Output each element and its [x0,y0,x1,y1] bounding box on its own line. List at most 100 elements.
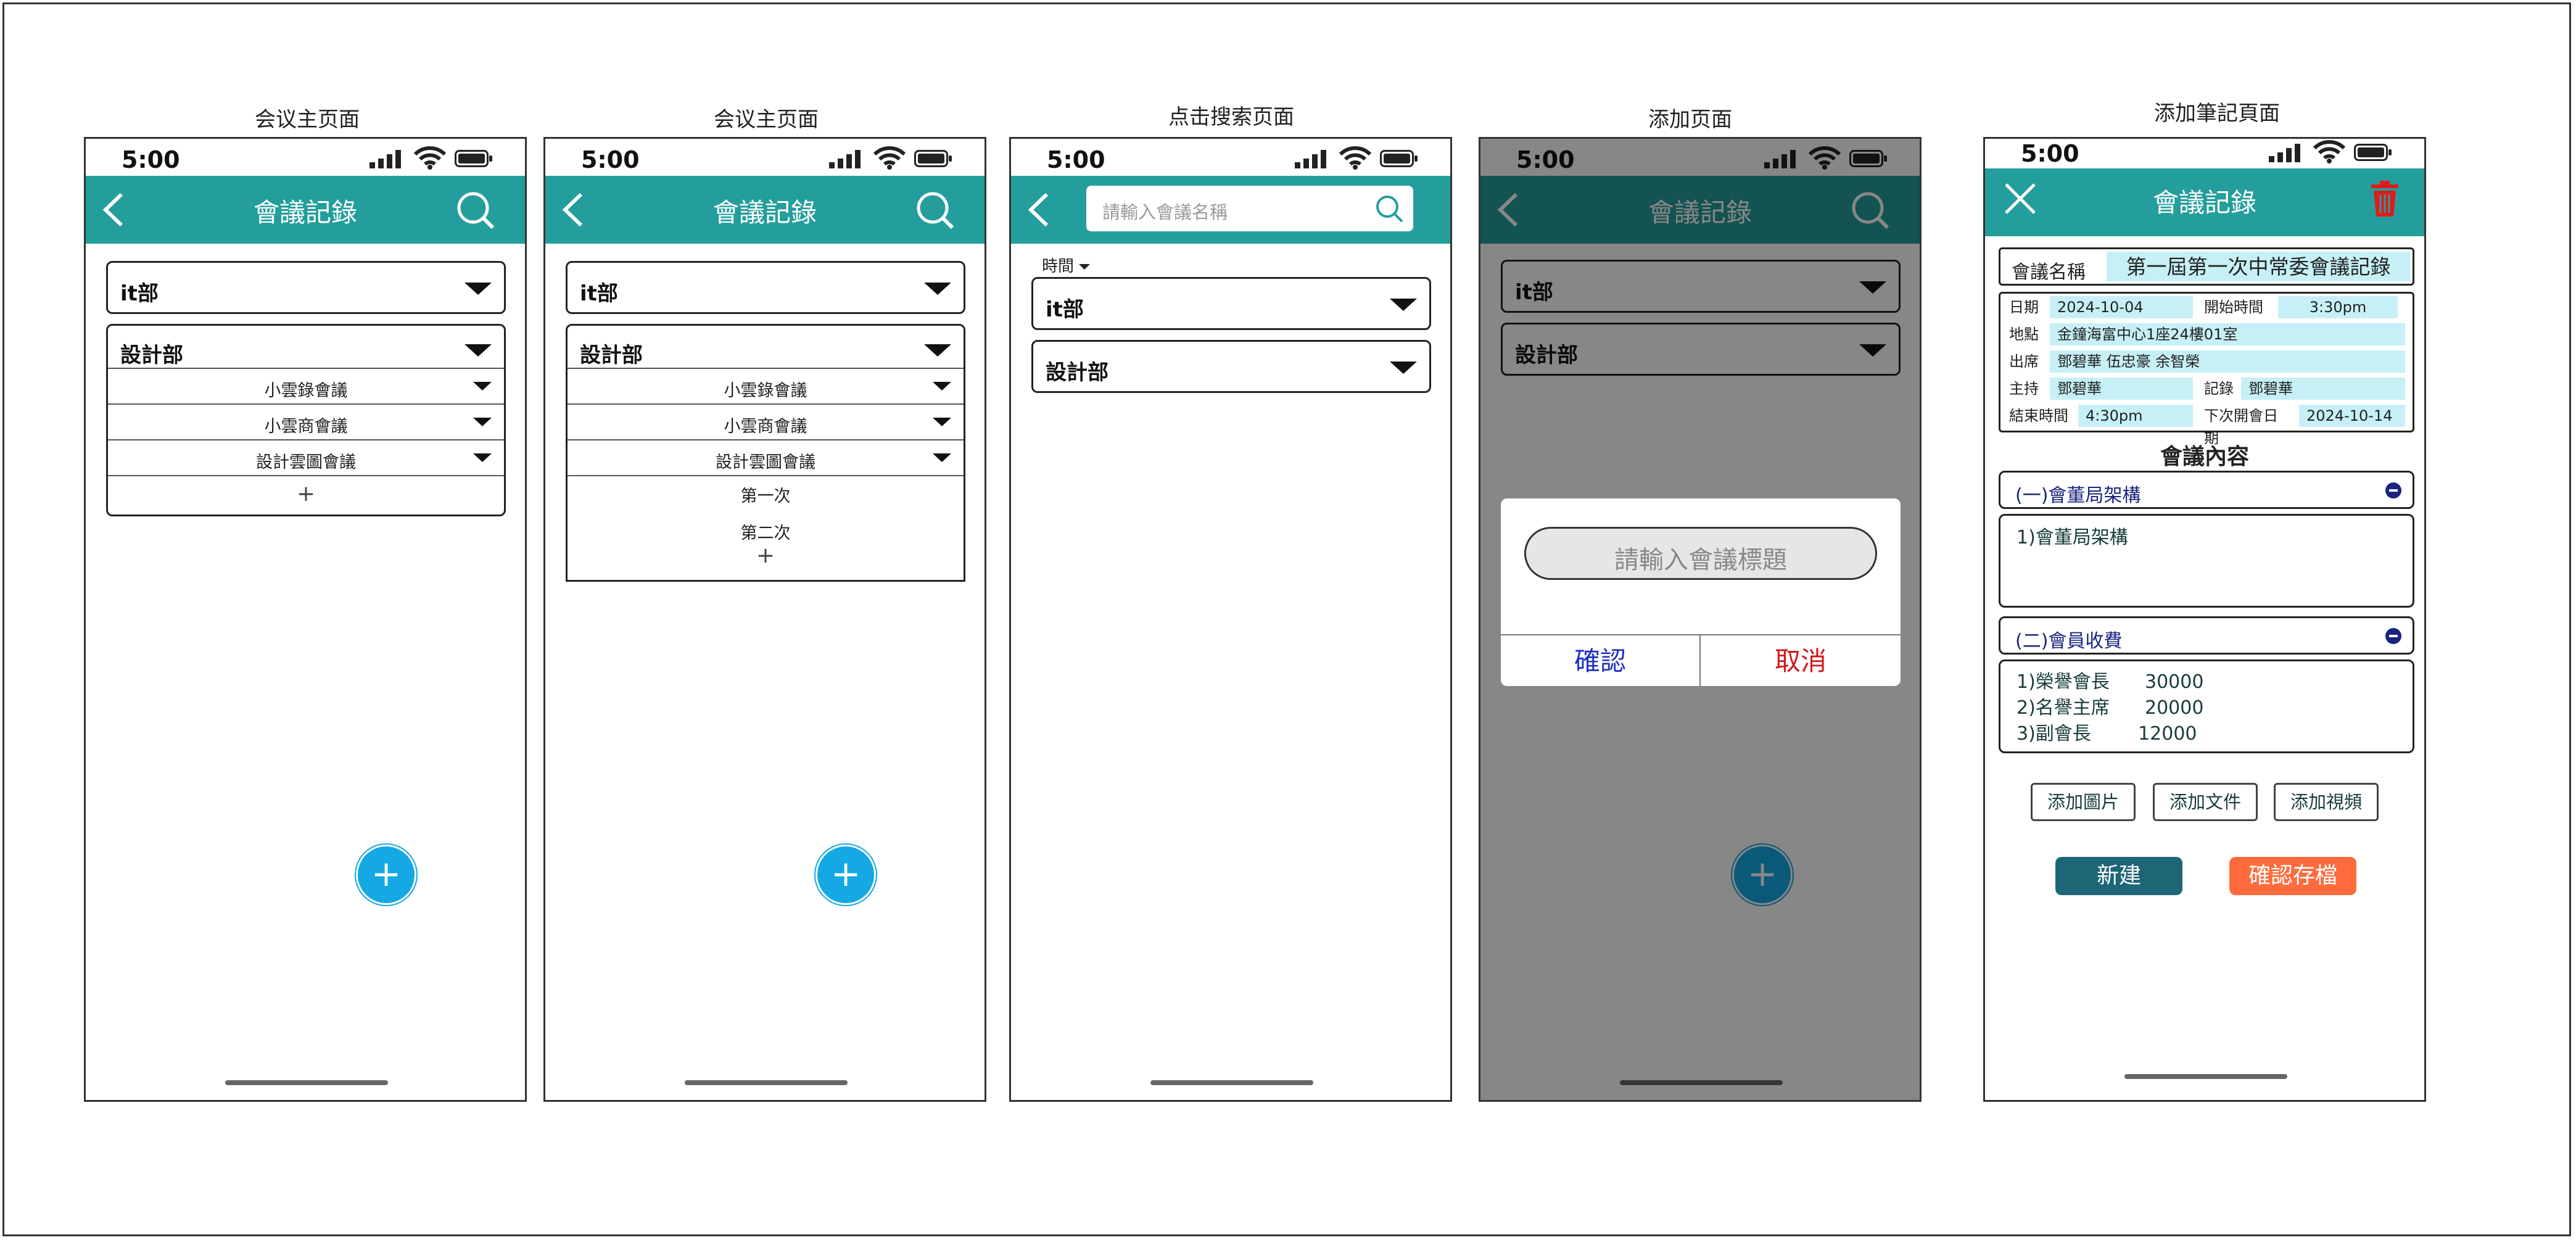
chevron-down-icon [473,382,492,391]
add-file-button[interactable]: 添加文件 [2153,783,2258,821]
recorder-label: 記錄 [2197,378,2241,400]
meeting-name-value[interactable]: 第一屆第一次中常委會議記錄 [2107,252,2410,281]
dept-design-label: 設計部 [120,343,183,368]
signal-icon [1295,150,1326,168]
caption-2: 会议主页面 [714,107,819,132]
chevron-down-icon [464,344,492,357]
phone-meeting-home-expanded: 5:00 會議記錄 it部 設計部 小雲錄會議 小雲商會議 設計雲圖會議 第一次… [543,137,986,1102]
home-indicator [685,1080,848,1085]
section-header-1[interactable]: (一)會董局架構 [1999,471,2414,509]
status-bar: 5:00 [1011,139,1450,176]
section-1-content[interactable]: 1)會董局架構 [1999,514,2414,608]
list-item-first[interactable]: 第一次 [568,482,964,506]
signal-icon [829,150,861,168]
dept-it-label: it部 [120,281,159,306]
section-2-line: 3)副會長 12000 [2017,723,2197,745]
list-item[interactable]: 小雲商會議 [568,403,964,439]
status-bar: 5:00 [545,139,985,176]
confirm-button[interactable]: 確認 [1501,635,1701,686]
search-input[interactable]: 請輸入會議名稱 [1086,186,1413,231]
place-label: 地點 [2002,323,2046,345]
list-item[interactable]: 小雲錄會議 [568,368,964,403]
dept-design-label: 設計部 [1046,360,1108,385]
next-meeting-label: 下次開會日期 [2197,405,2290,447]
add-fab-button[interactable]: + [356,845,416,905]
add-meeting-dialog: 請輸入會議標題 確認 取消 [1501,498,1901,686]
time-filter[interactable]: 時間 [1042,254,1091,276]
dept-design-dropdown[interactable]: 設計部 小雲錄會議 小雲商會議 設計雲圖會議 + [106,324,506,516]
add-video-button[interactable]: 添加視頻 [2274,783,2379,821]
add-fab-button[interactable]: + [815,845,876,905]
list-item-second[interactable]: 第二次 [568,519,964,544]
list-item[interactable]: 設計雲圖會議 [568,439,964,475]
new-button[interactable]: 新建 [2055,857,2182,895]
home-indicator [2124,1074,2287,1079]
meeting-name-label: 會議名稱 [2012,262,2086,283]
meeting-title-input[interactable]: 請輸入會議標題 [1524,527,1877,580]
section-header-2[interactable]: (二)會員收費 [1999,616,2414,655]
status-time: 5:00 [581,146,640,173]
dept-design-dropdown[interactable]: 設計部 [1031,340,1431,393]
chevron-down-icon [473,453,492,462]
search-icon[interactable] [914,189,955,230]
section-1-title: (一)會董局架構 [2015,485,2141,506]
list-item[interactable]: 小雲錄會議 [108,368,504,403]
attendees-value[interactable]: 鄧碧華 伍忠豪 余智榮 [2050,350,2405,373]
chevron-down-icon [933,418,951,426]
collapse-minus-icon[interactable] [2385,482,2401,498]
cancel-button[interactable]: 取消 [1701,635,1901,686]
chevron-down-icon [933,382,951,391]
phone-add-page: 5:00 會議記錄 it部 設計部 + 請輸入會議標題 確認 取消 [1479,137,1922,1102]
caret-down-icon [1079,264,1091,270]
search-placeholder: 請輸入會議名稱 [1102,202,1228,223]
dept-design-dropdown[interactable]: 設計部 小雲錄會議 小雲商會議 設計雲圖會議 第一次 第二次 + [566,324,965,582]
caption-1: 会议主页面 [255,107,360,132]
app-bar: 會議記錄 [1985,168,2424,236]
end-time-value[interactable]: 4:30pm [2078,405,2193,427]
section-2-line: 1)榮譽會長 30000 [2017,671,2204,693]
next-meeting-value[interactable]: 2024-10-14 [2299,405,2405,427]
wifi-icon [2313,140,2345,163]
date-value[interactable]: 2024-10-04 [2050,296,2193,318]
chevron-down-icon [933,453,951,462]
add-image-button[interactable]: 添加圖片 [2031,783,2136,821]
caption-5: 添加筆記頁面 [2154,101,2280,126]
collapse-minus-icon[interactable] [2385,628,2401,644]
back-arrow-icon[interactable] [1025,191,1053,229]
wifi-icon [414,146,446,170]
list-item[interactable]: 小雲商會議 [108,403,504,439]
dept-it-dropdown[interactable]: it部 [566,261,965,314]
wifi-icon [1339,146,1371,170]
home-indicator [1150,1080,1313,1085]
list-item[interactable]: 設計雲圖會議 [108,439,504,475]
section-2-content[interactable]: 1)榮譽會長 30000 2)名譽主席 20000 3)副會長 12000 [1999,659,2414,753]
app-bar: 會議記錄 [545,176,985,244]
dept-it-label: it部 [1046,297,1084,322]
add-meeting-row[interactable]: + [108,475,504,513]
place-value[interactable]: 金鐘海富中心1座24樓01室 [2050,323,2405,345]
dept-it-dropdown[interactable]: it部 [1031,277,1431,330]
dept-it-dropdown[interactable]: it部 [106,261,506,314]
trash-icon[interactable] [2370,180,2400,218]
phone-search-page: 5:00 請輸入會議名稱 時間 it部 設計部 [1009,137,1452,1102]
search-icon[interactable] [1374,193,1405,224]
host-label: 主持 [2002,378,2046,400]
confirm-save-button[interactable]: 確認存檔 [2229,857,2356,895]
end-time-label: 結束時間 [2002,405,2071,427]
chevron-down-icon [473,418,492,426]
start-time-label: 開始時間 [2197,296,2272,318]
meeting-name-row[interactable]: 會議名稱 第一屆第一次中常委會議記錄 [1999,247,2414,286]
recorder-value[interactable]: 鄧碧華 [2241,378,2405,400]
add-item-plus[interactable]: + [568,543,964,568]
search-icon[interactable] [455,189,495,230]
dept-design-label: 設計部 [580,343,643,368]
host-value[interactable]: 鄧碧華 [2050,378,2193,400]
status-bar: 5:00 [1985,139,2424,168]
start-time-value[interactable]: 3:30pm [2278,296,2398,318]
phone-meeting-home: 5:00 會議記錄 it部 設計部 小雲錄會議 小雲商會議 設計雲圖會議 + + [84,137,527,1102]
app-title: 會議記錄 [2152,188,2256,218]
chevron-down-icon [464,283,492,295]
battery-icon [455,150,492,167]
meeting-info-table: 日期 2024-10-04 開始時間 3:30pm 地點 金鐘海富中心1座24樓… [1999,292,2414,447]
chevron-down-icon [1390,362,1417,374]
